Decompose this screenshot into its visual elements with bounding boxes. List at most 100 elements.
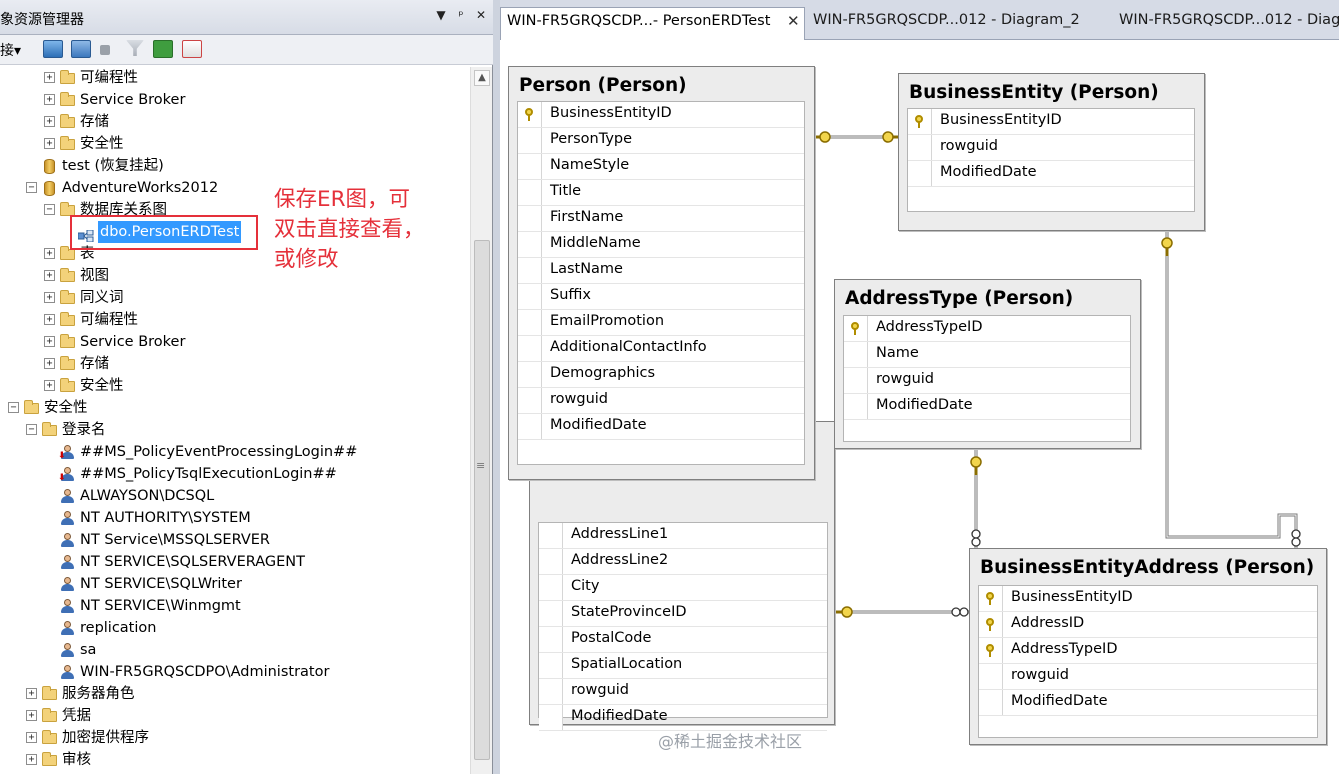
er-column-row[interactable]: rowguid bbox=[979, 664, 1317, 690]
er-column-row[interactable]: AdditionalContactInfo bbox=[518, 336, 804, 362]
expand-icon[interactable]: + bbox=[44, 380, 55, 391]
expand-icon[interactable]: + bbox=[26, 710, 37, 721]
expand-icon[interactable]: + bbox=[44, 94, 55, 105]
row-selector[interactable] bbox=[979, 664, 1003, 689]
activity-monitor-icon[interactable] bbox=[182, 40, 202, 58]
row-selector[interactable] bbox=[979, 638, 1003, 663]
row-selector[interactable] bbox=[844, 316, 868, 341]
er-table-person[interactable]: Person (Person) BusinessEntityID PersonTyp… bbox=[508, 66, 815, 480]
er-column-row[interactable]: BusinessEntityID bbox=[518, 102, 804, 128]
er-column-row[interactable]: MiddleName bbox=[518, 232, 804, 258]
tree-node[interactable]: + 可编程性 bbox=[0, 309, 470, 331]
stop-icon[interactable] bbox=[100, 45, 110, 55]
er-column-row[interactable]: ModifiedDate bbox=[844, 394, 1130, 420]
tree-node[interactable]: + 安全性 bbox=[0, 133, 470, 155]
tree-node[interactable]: NT SERVICE\SQLSERVERAGENT bbox=[0, 551, 470, 573]
disconnect-icon[interactable] bbox=[71, 40, 91, 58]
tree-node[interactable]: ⬇ ##MS_PolicyEventProcessingLogin## bbox=[0, 441, 470, 463]
er-column-row[interactable]: AddressTypeID bbox=[979, 638, 1317, 664]
tree-node[interactable]: ALWAYSON\DCSQL bbox=[0, 485, 470, 507]
er-column-row[interactable]: Title bbox=[518, 180, 804, 206]
collapse-icon[interactable]: − bbox=[26, 182, 37, 193]
row-selector[interactable] bbox=[518, 284, 542, 309]
row-selector[interactable] bbox=[539, 575, 563, 600]
tree-node[interactable]: ⬇ ##MS_PolicyTsqlExecutionLogin## bbox=[0, 463, 470, 485]
row-selector[interactable] bbox=[539, 549, 563, 574]
tab-diagram-3[interactable]: WIN-FR5GRQSCDP...012 - Diag bbox=[1113, 7, 1339, 36]
row-selector[interactable] bbox=[539, 601, 563, 626]
collapse-icon[interactable]: − bbox=[26, 424, 37, 435]
collapse-icon[interactable]: − bbox=[8, 402, 19, 413]
row-selector[interactable] bbox=[518, 310, 542, 335]
er-column-row[interactable]: SpatialLocation bbox=[539, 653, 827, 679]
er-column-row[interactable]: AddressLine1 bbox=[539, 523, 827, 549]
tab-person-erd-test[interactable]: WIN-FR5GRQSCDP...- PersonERDTest ✕ bbox=[500, 7, 805, 41]
er-column-row[interactable]: StateProvinceID bbox=[539, 601, 827, 627]
er-column-row[interactable]: PersonType bbox=[518, 128, 804, 154]
er-column-row[interactable]: Demographics bbox=[518, 362, 804, 388]
row-selector[interactable] bbox=[979, 612, 1003, 637]
row-selector[interactable] bbox=[979, 586, 1003, 611]
er-column-row[interactable]: LastName bbox=[518, 258, 804, 284]
expand-icon[interactable]: + bbox=[44, 336, 55, 347]
row-selector[interactable] bbox=[908, 161, 932, 186]
er-table-addresstype[interactable]: AddressType (Person) AddressTypeID Name row… bbox=[834, 279, 1141, 449]
close-icon[interactable]: ✕ bbox=[474, 8, 488, 24]
row-selector[interactable] bbox=[518, 154, 542, 179]
panel-splitter[interactable] bbox=[493, 0, 500, 774]
expand-icon[interactable]: + bbox=[26, 754, 37, 765]
expand-icon[interactable]: + bbox=[26, 732, 37, 743]
tab-close-icon[interactable]: ✕ bbox=[787, 8, 800, 35]
expand-icon[interactable]: + bbox=[44, 292, 55, 303]
tree-node[interactable]: + Service Broker bbox=[0, 331, 470, 353]
er-diagram-canvas[interactable]: AddressLine1 AddressLine2 City StateProvinc… bbox=[500, 40, 1339, 774]
tab-diagram-2[interactable]: WIN-FR5GRQSCDP...012 - Diagram_2 bbox=[807, 7, 1107, 36]
row-selector[interactable] bbox=[518, 388, 542, 413]
tree-node[interactable]: + 加密提供程序 bbox=[0, 727, 470, 749]
row-selector[interactable] bbox=[518, 414, 542, 439]
row-selector[interactable] bbox=[518, 232, 542, 257]
er-column-row[interactable]: AddressTypeID bbox=[844, 316, 1130, 342]
tree-node[interactable]: + 存储 bbox=[0, 111, 470, 133]
row-selector[interactable] bbox=[844, 368, 868, 393]
row-selector[interactable] bbox=[518, 258, 542, 283]
tree-node[interactable]: + Service Broker bbox=[0, 89, 470, 111]
er-column-row[interactable]: NameStyle bbox=[518, 154, 804, 180]
scroll-up-arrow-icon[interactable]: ▲ bbox=[474, 70, 490, 86]
expand-icon[interactable]: + bbox=[44, 248, 55, 259]
er-column-row[interactable]: Suffix bbox=[518, 284, 804, 310]
row-selector[interactable] bbox=[518, 206, 542, 231]
row-selector[interactable] bbox=[908, 135, 932, 160]
scrollbar-thumb[interactable] bbox=[474, 240, 490, 760]
expand-icon[interactable]: + bbox=[44, 314, 55, 325]
auto-hide-pin-icon[interactable]: ᵖ bbox=[454, 8, 468, 24]
tree-node[interactable]: − 登录名 bbox=[0, 419, 470, 441]
filter-icon[interactable] bbox=[126, 40, 144, 56]
row-selector[interactable] bbox=[844, 342, 868, 367]
refresh-icon[interactable] bbox=[153, 40, 173, 58]
er-table-businessentityaddress[interactable]: BusinessEntityAddress (Person) BusinessEn… bbox=[969, 548, 1327, 745]
row-selector[interactable] bbox=[518, 128, 542, 153]
er-column-row[interactable]: Name bbox=[844, 342, 1130, 368]
tree-node[interactable]: + 服务器角色 bbox=[0, 683, 470, 705]
expand-icon[interactable]: + bbox=[44, 358, 55, 369]
expand-icon[interactable]: + bbox=[44, 116, 55, 127]
tree-node[interactable]: WIN-FR5GRQSCDPO\Administrator bbox=[0, 661, 470, 683]
er-column-row[interactable]: rowguid bbox=[844, 368, 1130, 394]
expand-icon[interactable]: + bbox=[26, 688, 37, 699]
er-column-row[interactable]: AddressLine2 bbox=[539, 549, 827, 575]
er-table-businessentity[interactable]: BusinessEntity (Person) BusinessEntityID r… bbox=[898, 73, 1205, 231]
er-column-row[interactable]: ModifiedDate bbox=[518, 414, 804, 440]
row-selector[interactable] bbox=[908, 109, 932, 134]
row-selector[interactable] bbox=[518, 336, 542, 361]
er-column-row[interactable]: BusinessEntityID bbox=[979, 586, 1317, 612]
row-selector[interactable] bbox=[518, 362, 542, 387]
er-column-row[interactable]: ModifiedDate bbox=[908, 161, 1194, 187]
tree-node[interactable]: + 安全性 bbox=[0, 375, 470, 397]
tree-node[interactable]: + 同义词 bbox=[0, 287, 470, 309]
er-column-row[interactable]: BusinessEntityID bbox=[908, 109, 1194, 135]
tree-vertical-scrollbar[interactable]: ▲ ≡ bbox=[470, 67, 492, 774]
row-selector[interactable] bbox=[518, 102, 542, 127]
tree-node[interactable]: + 存储 bbox=[0, 353, 470, 375]
expand-icon[interactable]: + bbox=[44, 270, 55, 281]
